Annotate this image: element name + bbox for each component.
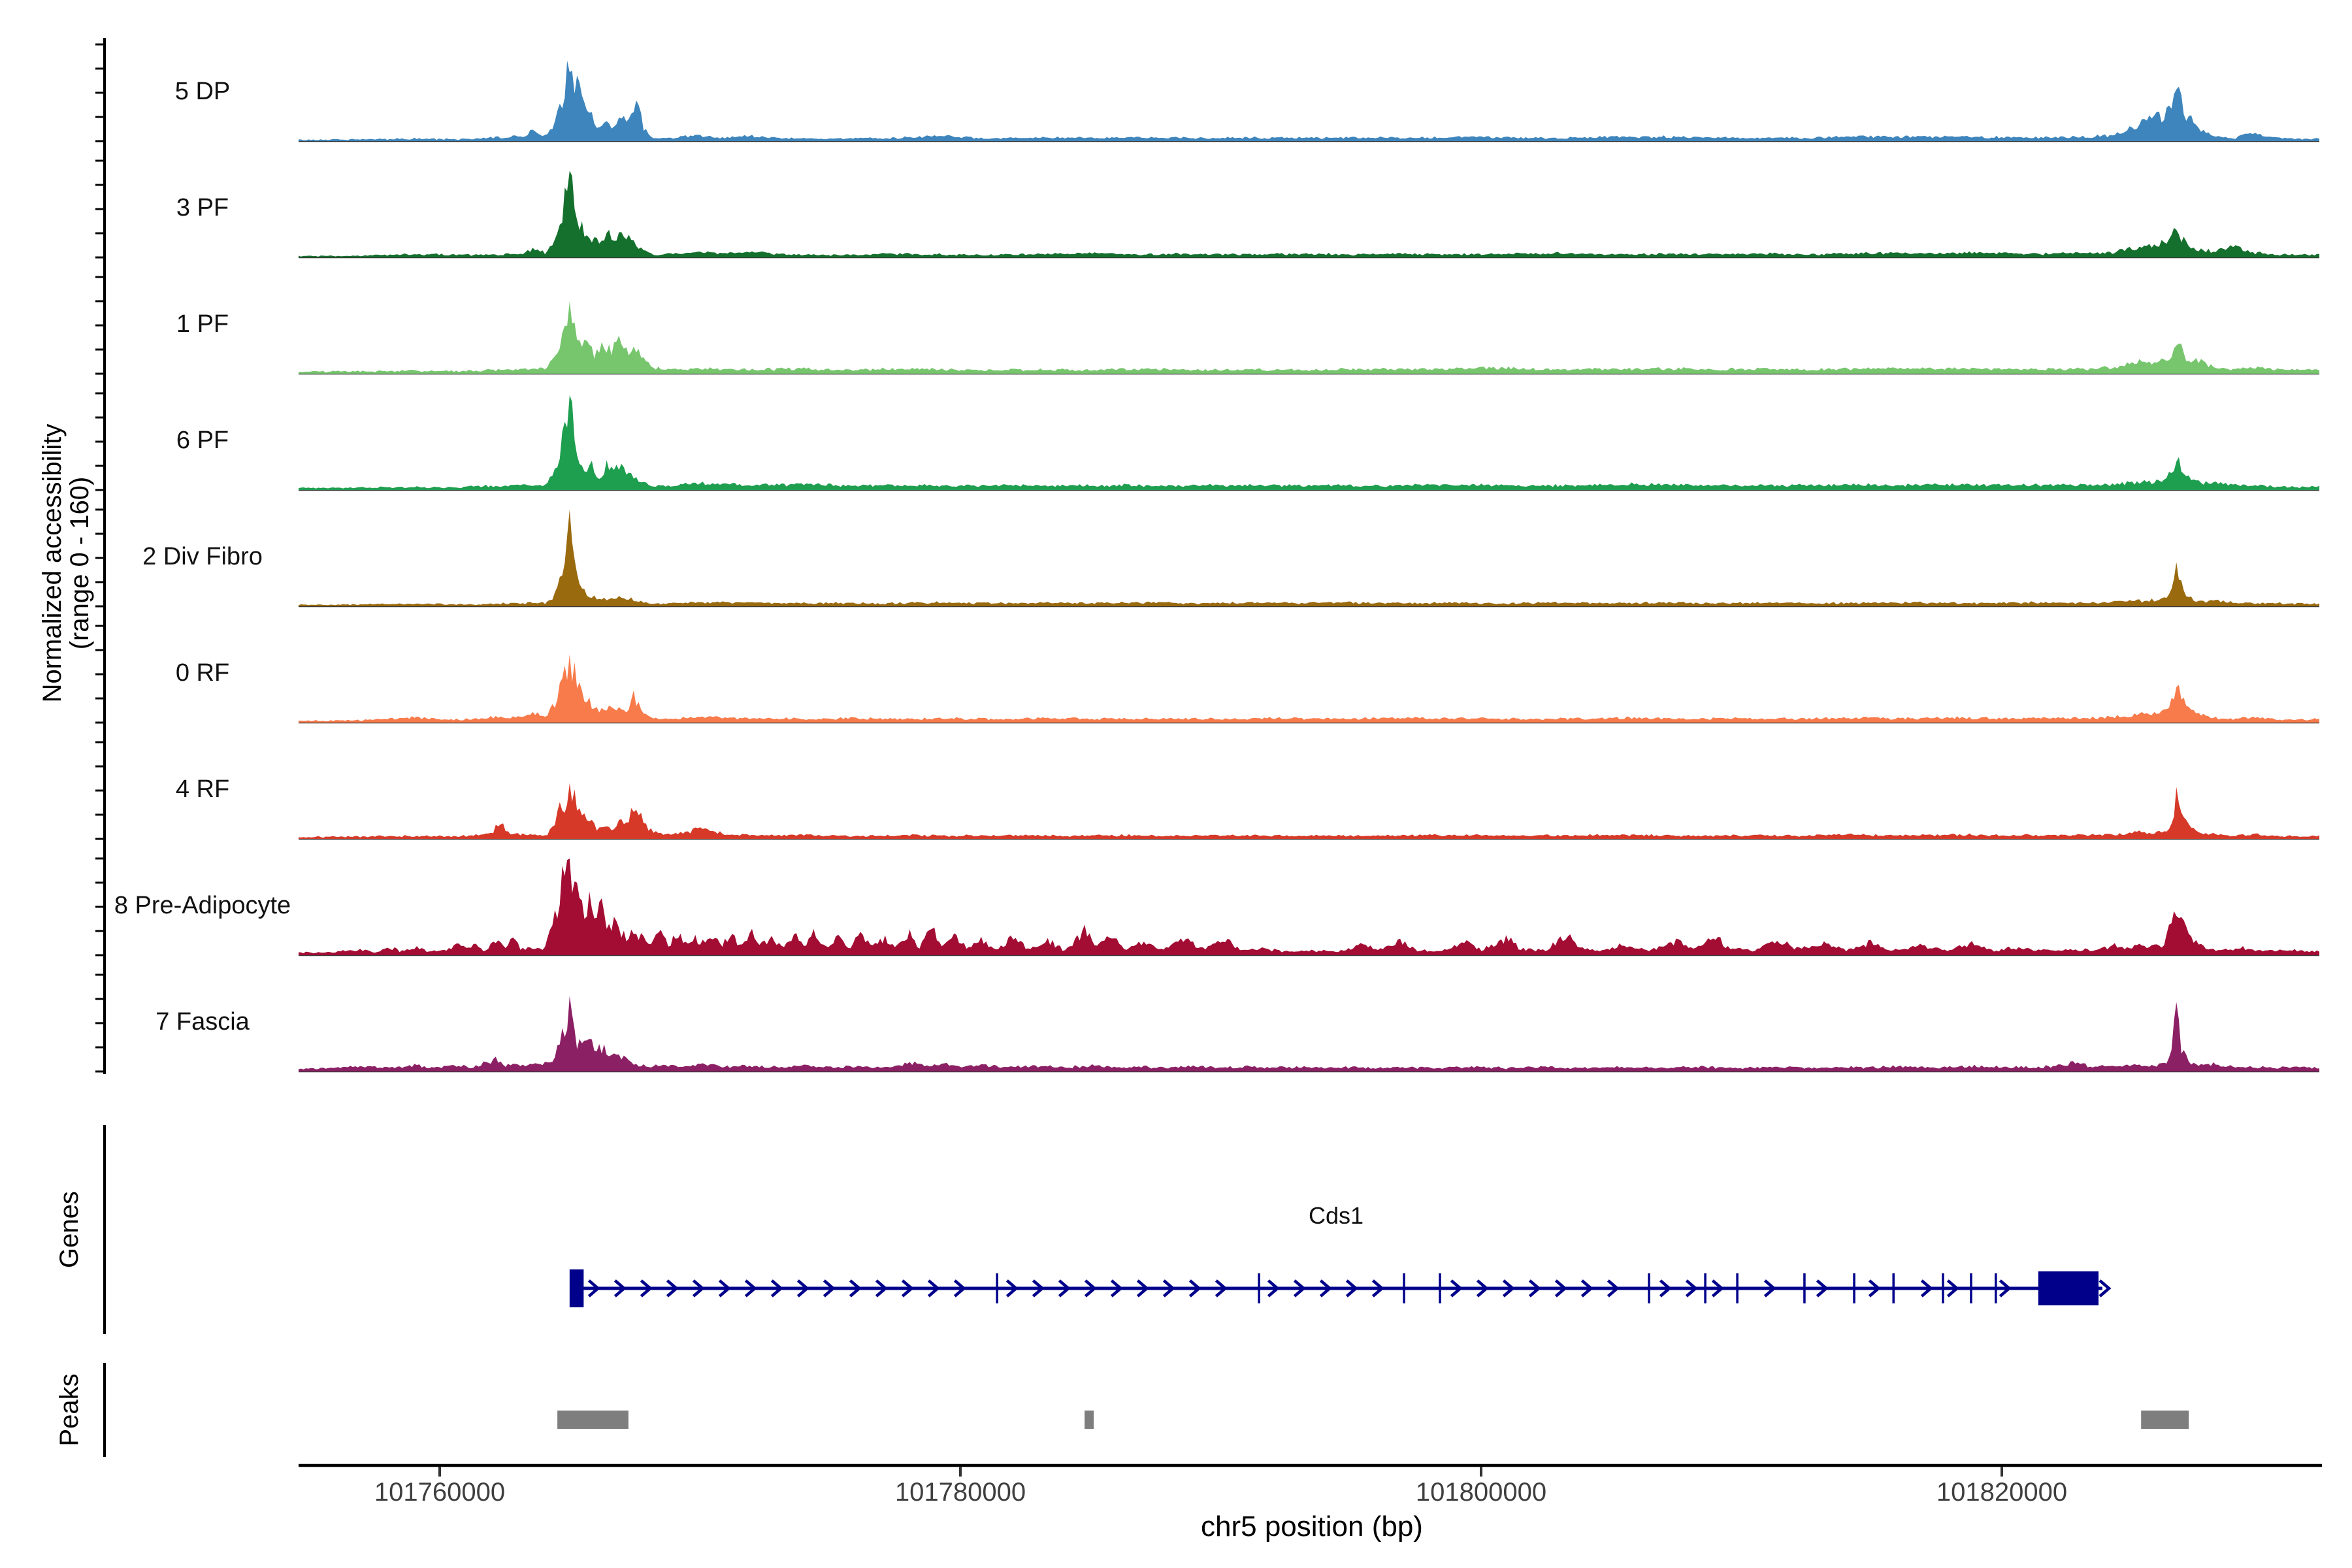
coverage-area-4-rf <box>299 783 2319 839</box>
coverage-area-0-rf <box>299 655 2319 723</box>
genes-section-label: Genes <box>55 1125 86 1334</box>
coverage-area-1-pf <box>299 301 2319 374</box>
gene-name-label: Cds1 <box>1238 1202 1434 1230</box>
gene-body-line <box>572 1287 2102 1290</box>
track-label: 3 PF <box>52 193 353 222</box>
coverage-area-8-pre-adipocyte <box>299 858 2319 955</box>
track-label: 1 PF <box>52 310 353 338</box>
coverage-area-3-pf <box>299 171 2319 257</box>
x-tick-label: 101820000 <box>1917 1478 2087 1507</box>
track-label: 7 Fascia <box>52 1007 353 1036</box>
gene-end-exon <box>2038 1271 2099 1305</box>
x-tick-label: 101780000 <box>875 1478 1045 1507</box>
track-label: 2 Div Fibro <box>52 542 353 571</box>
x-tick-label: 101760000 <box>355 1478 525 1507</box>
coverage-area-7-fascia <box>299 996 2319 1071</box>
plot-canvas <box>0 0 2352 1568</box>
peak-interval-bar <box>1085 1411 1094 1429</box>
track-label: 6 PF <box>52 426 353 455</box>
track-label: 8 Pre-Adipocyte <box>52 891 353 920</box>
peak-interval-bar <box>2141 1411 2189 1429</box>
x-tick-label: 101800000 <box>1396 1478 1566 1507</box>
peak-interval-bar <box>557 1411 629 1429</box>
track-label: 0 RF <box>52 659 353 687</box>
x-axis-title: chr5 position (bp) <box>1083 1511 1541 1543</box>
track-label: 5 DP <box>52 77 353 106</box>
coverage-area-2-div-fibro <box>299 510 2319 606</box>
coverage-area-5-dp <box>299 61 2319 141</box>
coverage-plot-page: { "y_axis": { "label_line1": "Normalized… <box>0 0 2352 1568</box>
peaks-section-label: Peaks <box>55 1305 86 1514</box>
track-label: 4 RF <box>52 775 353 804</box>
coverage-area-6-pf <box>299 395 2319 490</box>
gene-start-exon <box>570 1269 584 1307</box>
